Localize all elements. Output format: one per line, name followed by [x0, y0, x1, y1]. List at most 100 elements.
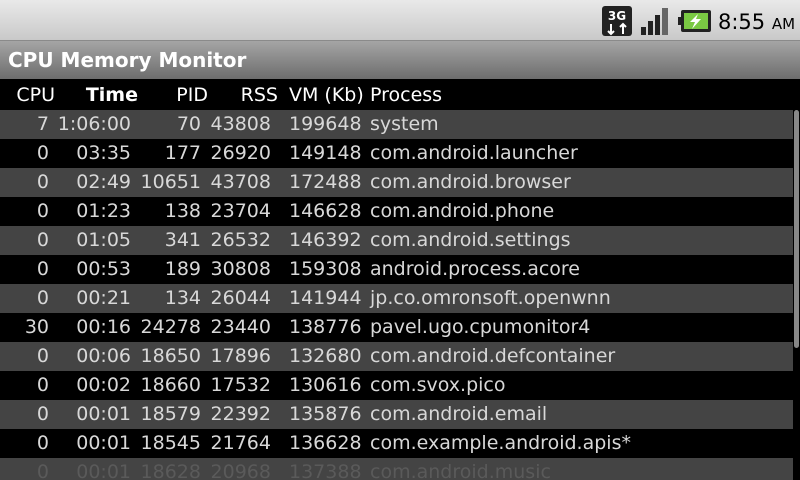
cell-time: 00:02 — [76, 374, 131, 396]
cell-time: 01:23 — [76, 200, 131, 222]
cell-process: pavel.ugo.cpumonitor4 — [370, 316, 591, 338]
cell-time: 00:53 — [76, 258, 131, 280]
clock-time: 8:55 — [718, 10, 766, 34]
cell-vm: 146628 — [289, 200, 362, 222]
cell-rss: 43708 — [210, 171, 271, 193]
cell-process: jp.co.omronsoft.openwnn — [370, 287, 611, 309]
cell-pid: 18579 — [140, 403, 201, 425]
status-bar: 3G 8:55 AM — [0, 0, 800, 41]
list-scrollbar[interactable] — [794, 110, 799, 348]
cell-rss: 26044 — [210, 287, 271, 309]
cell-process: com.android.email — [370, 403, 548, 425]
table-row[interactable]: 0 00:06 18650 17896 132680 com.android.d… — [0, 342, 793, 371]
cell-time: 00:16 — [76, 316, 131, 338]
table-row[interactable]: 0 01:23 138 23704 146628 com.android.pho… — [0, 197, 793, 226]
cell-process: com.svox.pico — [370, 374, 506, 396]
header-time[interactable]: Time — [86, 80, 138, 110]
cell-cpu: 0 — [36, 403, 49, 425]
cell-time: 00:01 — [76, 403, 131, 425]
cell-cpu: 0 — [36, 229, 49, 251]
cell-vm: 135876 — [289, 403, 362, 425]
table-row[interactable]: 0 00:53 189 30808 159308 android.process… — [0, 255, 793, 284]
table-row[interactable]: 0 00:02 18660 17532 130616 com.svox.pico — [0, 371, 793, 400]
table-row[interactable]: 0 00:01 18545 21764 136628 com.example.a… — [0, 429, 793, 458]
cell-vm: 141944 — [289, 287, 362, 309]
cell-rss: 26920 — [210, 142, 271, 164]
cell-pid: 18660 — [140, 374, 201, 396]
signal-strength-icon — [641, 8, 668, 35]
cell-cpu: 0 — [36, 258, 49, 280]
cell-rss: 26532 — [210, 229, 271, 251]
cell-cpu: 0 — [36, 374, 49, 396]
cell-vm: 130616 — [289, 374, 362, 396]
cell-vm: 137388 — [289, 461, 362, 480]
cell-pid: 189 — [164, 258, 201, 280]
cell-process: system — [370, 113, 439, 135]
cell-pid: 10651 — [140, 171, 201, 193]
cell-process: com.android.music — [370, 461, 551, 480]
cell-vm: 172488 — [289, 171, 362, 193]
cell-pid: 18650 — [140, 345, 201, 367]
cell-vm: 199648 — [289, 113, 362, 135]
table-row[interactable]: 0 03:35 177 26920 149148 com.android.lau… — [0, 139, 793, 168]
cell-pid: 134 — [164, 287, 201, 309]
cell-time: 00:21 — [76, 287, 131, 309]
cell-vm: 138776 — [289, 316, 362, 338]
table-row[interactable]: 0 00:21 134 26044 141944 jp.co.omronsoft… — [0, 284, 793, 313]
cell-rss: 23440 — [210, 316, 271, 338]
table-row[interactable]: 0 02:49 10651 43708 172488 com.android.b… — [0, 168, 793, 197]
header-cpu[interactable]: CPU — [16, 80, 55, 110]
table-row[interactable]: 0 00:01 18579 22392 135876 com.android.e… — [0, 400, 793, 429]
network-label: 3G — [608, 9, 626, 23]
cell-cpu: 0 — [36, 287, 49, 309]
cell-process: com.android.phone — [370, 200, 555, 222]
cell-vm: 159308 — [289, 258, 362, 280]
cell-pid: 18545 — [140, 432, 201, 454]
cell-rss: 43808 — [210, 113, 271, 135]
app-title: CPU Memory Monitor — [8, 48, 247, 72]
cell-rss: 20968 — [210, 461, 271, 480]
header-rss[interactable]: RSS — [241, 80, 278, 110]
cell-process: com.android.browser — [370, 171, 571, 193]
cell-process: com.android.launcher — [370, 142, 578, 164]
3g-data-icon: 3G — [602, 6, 632, 36]
cell-cpu: 0 — [36, 171, 49, 193]
table-row[interactable]: 0 01:05 341 26532 146392 com.android.set… — [0, 226, 793, 255]
app-title-bar: CPU Memory Monitor — [0, 41, 800, 79]
cell-cpu: 0 — [36, 200, 49, 222]
cell-time: 03:35 — [76, 142, 131, 164]
cell-rss: 30808 — [210, 258, 271, 280]
cell-pid: 138 — [164, 200, 201, 222]
header-pid[interactable]: PID — [176, 80, 208, 110]
cell-pid: 24278 — [140, 316, 201, 338]
cell-rss: 22392 — [210, 403, 271, 425]
cell-cpu: 0 — [36, 461, 49, 480]
header-vm[interactable]: VM (Kb) — [289, 80, 364, 110]
cell-time: 1:06:00 — [57, 113, 131, 135]
cell-time: 01:05 — [76, 229, 131, 251]
cell-pid: 70 — [176, 113, 201, 135]
table-row[interactable]: 0 00:01 18628 20968 137388 com.android.m… — [0, 458, 793, 480]
table-row[interactable]: 7 1:06:00 70 43808 199648 system — [0, 110, 793, 139]
header-process[interactable]: Process — [370, 80, 442, 110]
table-header: CPU Time PID RSS VM (Kb) Process — [0, 80, 800, 110]
cell-process: com.android.settings — [370, 229, 571, 251]
cell-rss: 21764 — [210, 432, 271, 454]
cell-pid: 341 — [164, 229, 201, 251]
cell-process: android.process.acore — [370, 258, 580, 280]
cell-cpu: 0 — [36, 142, 49, 164]
cell-rss: 23704 — [210, 200, 271, 222]
cell-cpu: 7 — [36, 113, 49, 135]
cell-cpu: 30 — [24, 316, 49, 338]
cell-rss: 17896 — [210, 345, 271, 367]
cell-time: 00:01 — [76, 432, 131, 454]
process-list[interactable]: 7 1:06:00 70 43808 199648 system 0 03:35… — [0, 110, 800, 480]
cell-vm: 149148 — [289, 142, 362, 164]
cell-vm: 136628 — [289, 432, 362, 454]
status-clock: 8:55 AM — [718, 7, 795, 37]
cell-process: com.example.android.apis* — [370, 432, 631, 454]
cell-cpu: 0 — [36, 432, 49, 454]
cell-process: com.android.defcontainer — [370, 345, 616, 367]
table-row[interactable]: 30 00:16 24278 23440 138776 pavel.ugo.cp… — [0, 313, 793, 342]
cell-time: 02:49 — [76, 171, 131, 193]
